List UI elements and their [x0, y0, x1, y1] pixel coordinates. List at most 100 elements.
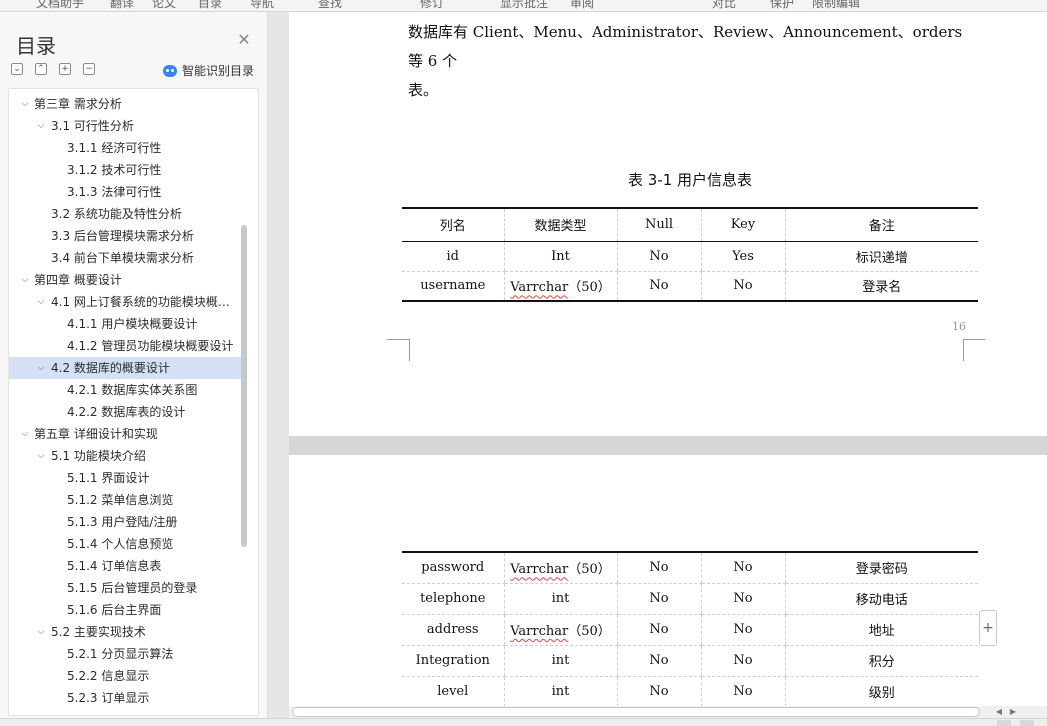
toolbar-item[interactable]: 目录	[198, 0, 222, 11]
toc-item[interactable]: 5.2.2 信息显示	[9, 665, 241, 687]
toolbar-item[interactable]: 查找	[318, 0, 342, 11]
toc-item[interactable]: 5.1.5 后台管理员的登录	[9, 577, 241, 599]
table-header-cell: 备注	[784, 208, 978, 242]
table-cell: No	[700, 676, 785, 706]
toc-item[interactable]: ⌵ 第五章 详细设计和实现	[9, 423, 241, 445]
toc-item[interactable]: 3.1.3 法律可行性	[9, 181, 241, 203]
toc-item[interactable]: 4.1.1 用户模块概要设计	[9, 313, 241, 335]
toc-item[interactable]: ⌵ 第三章 需求分析	[9, 93, 241, 115]
toolbar-item[interactable]: 文档助手	[36, 0, 84, 11]
table-header-cell: Null	[616, 208, 701, 242]
toc-item[interactable]: 4.2.2 数据库表的设计	[9, 401, 241, 423]
toc-item[interactable]: ⌵ 第四章 概要设计	[9, 269, 241, 291]
zoom-in-button[interactable]: +	[979, 610, 997, 646]
scroll-right-icon[interactable]: ▶	[1007, 706, 1019, 718]
smart-toc-label: 智能识别目录	[182, 64, 255, 78]
toc-item-label: 5.1.2 菜单信息浏览	[67, 493, 174, 507]
table-cell: level	[402, 676, 504, 706]
collapse-all-icon[interactable]: ⌃	[35, 63, 47, 75]
view-mode-button[interactable]	[997, 720, 1011, 726]
toc-item-label: 第四章 概要设计	[34, 273, 122, 287]
chevron-down-icon[interactable]: ⌵	[19, 93, 31, 115]
chevron-down-icon[interactable]: ⌵	[19, 269, 31, 291]
table-cell: username	[420, 278, 486, 294]
table-cell: 标识递增	[784, 241, 978, 272]
toc-item[interactable]: ⌵ 5.1 功能模块介绍	[9, 445, 241, 467]
toc-item-label: 4.1.1 用户模块概要设计	[67, 317, 198, 331]
toc-item[interactable]: 5.1.4 个人信息预览	[9, 533, 241, 555]
toc-item-label: 3.1.1 经济可行性	[67, 141, 162, 155]
toc-item[interactable]: ⌵ 4.2 数据库的概要设计	[9, 357, 241, 379]
user-info-table: 列名 数据类型 Null Key 备注 id Int No Yes 标识递增 username Var…	[402, 207, 978, 302]
table-cell: Integration	[402, 645, 504, 677]
toc-scrollbar[interactable]	[241, 225, 247, 547]
table-cell: id	[402, 241, 504, 272]
toc-item[interactable]: 5.1.2 菜单信息浏览	[9, 489, 241, 511]
document-view[interactable]: 数据库有 Client、Menu、Administrator、Review、An…	[289, 12, 1047, 706]
toolbar-item[interactable]: 限制编辑	[812, 0, 860, 11]
toc-item[interactable]: 4.1.2 管理员功能模块概要设计	[9, 335, 241, 357]
chevron-down-icon[interactable]: ⌵	[35, 621, 47, 643]
toc-item[interactable]: 3.2 系统功能及特性分析	[9, 203, 241, 225]
toc-item-label: 5.1.5 后台管理员的登录	[67, 581, 198, 595]
toolbar-item[interactable]: 对比	[712, 0, 736, 11]
toc-item[interactable]: 3.1.1 经济可行性	[9, 137, 241, 159]
toc-item[interactable]: 5.2.1 分页显示算法	[9, 643, 241, 665]
toc-item-label: 5.1.3 用户登陆/注册	[67, 515, 178, 529]
toc-item[interactable]: ⌵ 3.1 可行性分析	[9, 115, 241, 137]
table-cell: 登录名	[784, 271, 978, 301]
close-icon[interactable]: ✕	[236, 32, 252, 48]
table-cell: No	[616, 645, 701, 677]
table-row: id Int No Yes 标识递增	[402, 241, 978, 272]
toc-item[interactable]: 5.1.4 订单信息表	[9, 555, 241, 577]
toc-item[interactable]: 4.2.1 数据库实体关系图	[9, 379, 241, 401]
table-cell: No	[700, 645, 785, 677]
table-cell: telephone	[402, 583, 504, 615]
toc-item[interactable]: 3.3 后台管理模块需求分析	[9, 225, 241, 247]
table-cell: 地址	[784, 614, 978, 646]
toolbar-item[interactable]: 导航	[250, 0, 274, 11]
toolbar-item[interactable]: 修订	[420, 0, 444, 11]
toolbar-item[interactable]: 翻译	[110, 0, 134, 11]
chevron-down-icon[interactable]: ⌵	[35, 115, 47, 137]
status-bar	[0, 718, 1047, 726]
scroll-left-icon[interactable]: ◀	[993, 706, 1005, 718]
toc-item-label: 4.2 数据库的概要设计	[51, 361, 170, 375]
toolbar-item[interactable]: 审阅	[570, 0, 594, 11]
smart-toc-button[interactable]: 智能识别目录	[163, 62, 254, 79]
toolbar-item[interactable]: 论文	[152, 0, 176, 11]
expand-all-icon[interactable]: ⌄	[11, 63, 23, 75]
user-info-table-continued: password Varrchar（50） No No 登录密码 telephone int…	[402, 551, 978, 706]
add-heading-icon[interactable]: +	[59, 63, 71, 75]
toc-item[interactable]: 3.1.2 技术可行性	[9, 159, 241, 181]
toc-item[interactable]: 5.1.3 用户登陆/注册	[9, 511, 241, 533]
chevron-down-icon[interactable]: ⌵	[35, 445, 47, 467]
table-cell: 移动电话	[784, 583, 978, 615]
table-header-cell: 列名	[402, 208, 504, 242]
document-page: 数据库有 Client、Menu、Administrator、Review、An…	[289, 12, 1047, 436]
horizontal-scrollbar[interactable]: ◀ ▶	[289, 706, 1047, 718]
scrollbar-thumb[interactable]	[292, 707, 980, 717]
toc-item-label: 4.1.2 管理员功能模块概要设计	[67, 339, 234, 353]
toc-item-label: 4.2.1 数据库实体关系图	[67, 383, 198, 397]
toc-item[interactable]: ⌵ 4.1 网上订餐系统的功能模块概要设计	[9, 291, 241, 313]
toc-item[interactable]: 5.1.6 后台主界面	[9, 599, 241, 621]
toc-item[interactable]: 5.1.1 界面设计	[9, 467, 241, 489]
chevron-down-icon[interactable]: ⌵	[35, 357, 47, 379]
toc-item[interactable]: 5.2.3 订单显示	[9, 687, 241, 709]
table-row: password Varrchar（50） No No 登录密码	[402, 552, 978, 584]
toolbar-item[interactable]: 显示批注	[500, 0, 548, 11]
toc-item[interactable]: ⌵ 5.2 主要实现技术	[9, 621, 241, 643]
view-mode-button[interactable]	[1020, 720, 1034, 726]
chevron-down-icon[interactable]: ⌵	[35, 291, 47, 313]
toolbar-item[interactable]: 保护	[770, 0, 794, 11]
table-row: address Varrchar（50） No No 地址	[402, 614, 978, 646]
toc-item-label: 第五章 详细设计和实现	[34, 427, 158, 441]
remove-heading-icon[interactable]: −	[83, 63, 95, 75]
chevron-down-icon[interactable]: ⌵	[19, 423, 31, 445]
table-cell: No	[616, 614, 701, 646]
toc-item[interactable]: 3.4 前台下单模块需求分析	[9, 247, 241, 269]
table-row: telephone int No No 移动电话	[402, 583, 978, 615]
table-cell: Int	[503, 241, 617, 272]
toc-list: ⌵ 第三章 需求分析 ⌵ 3.1 可行性分析 3.1.1 经济可行性 3.1.2 技术可行…	[9, 93, 241, 709]
